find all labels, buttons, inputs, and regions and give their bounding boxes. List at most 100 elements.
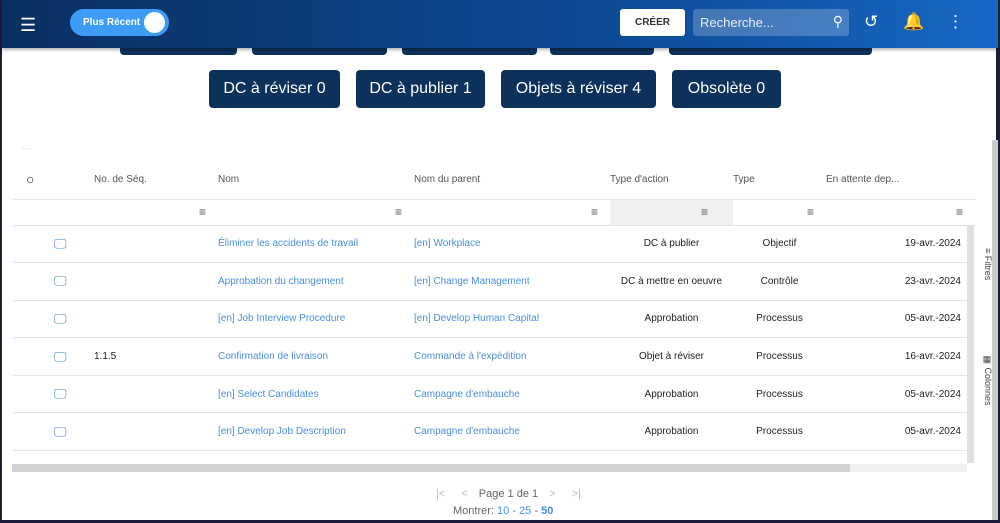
type-cell: Contrôle xyxy=(733,262,826,301)
size-10[interactable]: 10 xyxy=(497,505,509,517)
filter-icon[interactable]: ≡ xyxy=(67,199,218,226)
filter-icon[interactable]: ≡ xyxy=(733,199,826,226)
seq-cell xyxy=(67,262,218,301)
seq-cell xyxy=(67,300,218,339)
type-cell: Processus xyxy=(733,375,826,414)
filter-icon[interactable]: ≡ xyxy=(414,199,610,226)
nom-link[interactable]: Confirmation de livraison xyxy=(218,351,328,362)
search-icon[interactable]: ⚲ xyxy=(833,13,843,30)
date-cell: 16-avr.-2024 xyxy=(826,337,975,376)
table-row[interactable]: 🖵 Approbation du changement [en] Change … xyxy=(12,262,975,301)
drag-handle[interactable]: ··· xyxy=(22,143,32,154)
filter-icon[interactable]: ≡ xyxy=(218,199,414,226)
action-cell: Objet à réviser xyxy=(610,337,733,376)
monitor-icon[interactable]: 🖵 xyxy=(12,412,67,452)
page-number: 1 xyxy=(507,488,514,500)
toggle-knob xyxy=(144,12,165,33)
col-seq[interactable]: No. de Séq. xyxy=(67,160,218,200)
action-cell: Approbation xyxy=(610,412,733,452)
prev-page-icon[interactable]: < xyxy=(461,488,467,500)
data-table: ○ No. de Séq. Nom Nom du parent Type d'a… xyxy=(12,160,975,452)
search-placeholder: Recherche... xyxy=(700,15,774,30)
table-row[interactable]: 🖵 [en] Job Interview Procedure [en] Deve… xyxy=(12,300,975,339)
page-label: Page xyxy=(478,488,505,500)
show-label: Montrer: xyxy=(453,505,494,517)
table-row[interactable]: 🖵 [en] Develop Job Description Campagne … xyxy=(12,412,975,452)
scrollbar-thumb[interactable] xyxy=(12,464,850,472)
action-cell: Approbation xyxy=(610,300,733,339)
nom-link[interactable]: Éliminer les accidents de travail xyxy=(218,238,358,249)
date-cell: 05-avr.-2024 xyxy=(826,412,975,452)
pill-dc-a-publier[interactable]: DC à publier 1 xyxy=(356,70,485,108)
nom-link[interactable]: [en] Job Interview Procedure xyxy=(218,313,345,324)
size-25[interactable]: 25 xyxy=(519,505,531,517)
parent-link[interactable]: Campagne d'embauche xyxy=(414,426,520,437)
horizontal-scrollbar[interactable] xyxy=(12,464,967,472)
filter-icon[interactable]: ≡ xyxy=(610,199,733,226)
page-total: 1 xyxy=(532,488,539,500)
pill-obsolete[interactable]: Obsolète 0 xyxy=(672,70,781,108)
filter-icon[interactable]: ≡ xyxy=(826,199,975,226)
monitor-icon[interactable]: 🖵 xyxy=(12,300,67,339)
type-cell: Processus xyxy=(733,300,826,339)
action-cell: DC à publier xyxy=(610,225,733,264)
table-row[interactable]: 🖵 Éliminer les accidents de travail [en]… xyxy=(12,225,975,264)
pill-objets-a-reviser[interactable]: Objets à réviser 4 xyxy=(501,70,656,108)
app-header: ☰ Plus Récent CRÉER Recherche... ⚲ ↺ 🔔 ⋮ xyxy=(2,0,998,48)
col-nom[interactable]: Nom xyxy=(218,160,414,200)
seq-cell xyxy=(67,225,218,264)
more-vert-icon[interactable]: ⋮ xyxy=(947,12,964,32)
col-parent[interactable]: Nom du parent xyxy=(414,160,610,200)
seq-cell: 1.1.5 xyxy=(67,337,218,376)
parent-link[interactable]: [en] Workplace xyxy=(414,238,481,249)
monitor-icon[interactable]: 🖵 xyxy=(12,375,67,414)
filter-row: ≡ ≡ ≡ ≡ ≡ ≡ xyxy=(12,199,975,226)
pill-dc-a-reviser[interactable]: DC à réviser 0 xyxy=(209,70,340,108)
parent-link[interactable]: [en] Develop Human Capital xyxy=(414,313,539,324)
col-action[interactable]: Type d'action xyxy=(610,160,733,200)
history-icon[interactable]: ↺ xyxy=(864,12,878,32)
last-page-icon[interactable]: >| xyxy=(572,488,581,500)
next-page-icon[interactable]: > xyxy=(549,488,555,500)
monitor-icon[interactable]: 🖵 xyxy=(12,225,67,264)
table-row[interactable]: 🖵 1.1.5 Confirmation de livraison Comman… xyxy=(12,337,975,376)
type-cell: Objectif xyxy=(733,225,826,264)
nom-link[interactable]: [en] Select Candidates xyxy=(218,389,319,400)
bell-icon[interactable]: 🔔 xyxy=(903,12,924,32)
table-row[interactable]: 🖵 [en] Select Candidates Campagne d'emba… xyxy=(12,375,975,414)
size-50[interactable]: 50 xyxy=(541,505,553,517)
date-cell: 05-avr.-2024 xyxy=(826,375,975,414)
monitor-icon[interactable]: 🖵 xyxy=(12,262,67,301)
seq-cell xyxy=(67,375,218,414)
select-all-radio[interactable]: ○ xyxy=(12,160,67,200)
parent-link[interactable]: Commande à l'expédition xyxy=(414,351,527,362)
columns-panel-tab[interactable]: ▦ Colonnes xyxy=(977,355,993,406)
action-cell: DC à mettre en oeuvre xyxy=(610,262,733,301)
of-label: de xyxy=(516,488,529,500)
plus-recent-toggle[interactable]: Plus Récent xyxy=(70,9,169,36)
page-size: Montrer: 10 - 25 - 50 xyxy=(453,505,554,517)
filters-panel-tab[interactable]: ≡ Filtres xyxy=(977,248,993,280)
parent-link[interactable]: Campagne d'embauche xyxy=(414,389,520,400)
first-page-icon[interactable]: |< xyxy=(436,488,445,500)
date-cell: 19-avr.-2024 xyxy=(826,225,975,264)
search-input[interactable]: Recherche... ⚲ xyxy=(693,9,849,36)
type-cell: Processus xyxy=(733,337,826,376)
type-cell: Processus xyxy=(733,412,826,452)
nom-link[interactable]: Approbation du changement xyxy=(218,276,344,287)
hamburger-menu-icon[interactable]: ☰ xyxy=(20,15,36,36)
col-type[interactable]: Type xyxy=(733,160,826,200)
monitor-icon[interactable]: 🖵 xyxy=(12,337,67,376)
parent-link[interactable]: [en] Change Management xyxy=(414,276,530,287)
create-button[interactable]: CRÉER xyxy=(620,9,685,36)
date-cell: 05-avr.-2024 xyxy=(826,300,975,339)
action-cell: Approbation xyxy=(610,375,733,414)
toggle-label: Plus Récent xyxy=(83,17,141,28)
page-scrollbar[interactable] xyxy=(992,140,998,520)
col-date[interactable]: En attente dep... xyxy=(826,160,975,200)
pagination: |< < Page 1 de 1 > >| xyxy=(428,488,589,500)
date-cell: 23-avr.-2024 xyxy=(826,262,975,301)
nom-link[interactable]: [en] Develop Job Description xyxy=(218,426,346,437)
vertical-scrollbar[interactable] xyxy=(967,225,974,463)
header-row: ○ No. de Séq. Nom Nom du parent Type d'a… xyxy=(12,160,975,200)
